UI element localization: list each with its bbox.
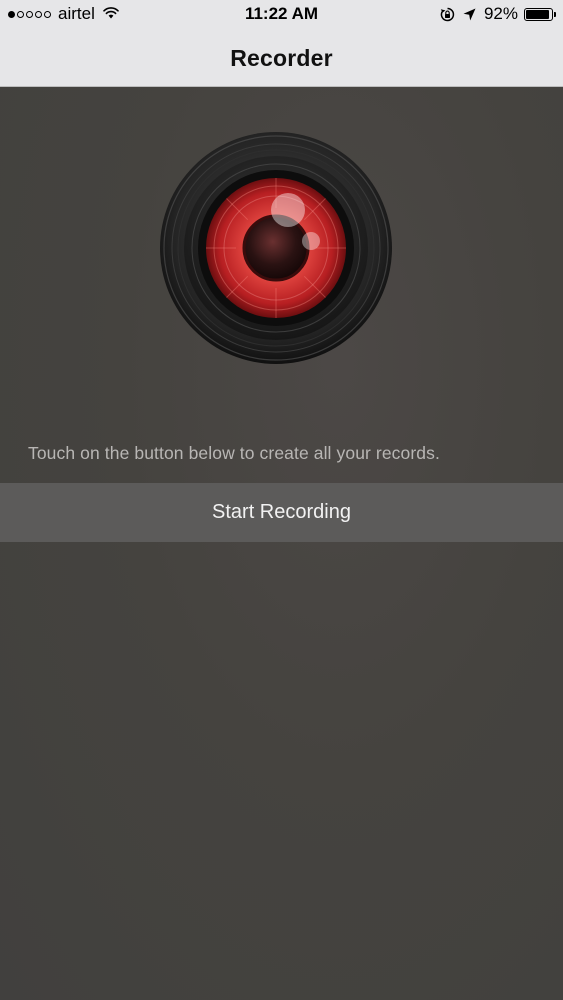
camera-lens-icon [158, 130, 394, 366]
status-bar: airtel 11:22 AM 92% [0, 0, 563, 30]
battery-percent: 92% [483, 4, 518, 23]
instruction-text: Touch on the button below to create all … [28, 443, 440, 463]
battery-icon [524, 7, 556, 21]
main-content: Touch on the button below to create all … [0, 87, 563, 1000]
location-arrow-icon [463, 8, 476, 21]
page-title: Recorder [230, 44, 333, 71]
navigation-bar: Recorder [0, 30, 563, 87]
battery-level [526, 9, 549, 19]
start-recording-button[interactable]: Start Recording [0, 483, 563, 542]
rotation-lock-icon [440, 7, 455, 22]
status-bar-right: 92% [440, 4, 556, 24]
